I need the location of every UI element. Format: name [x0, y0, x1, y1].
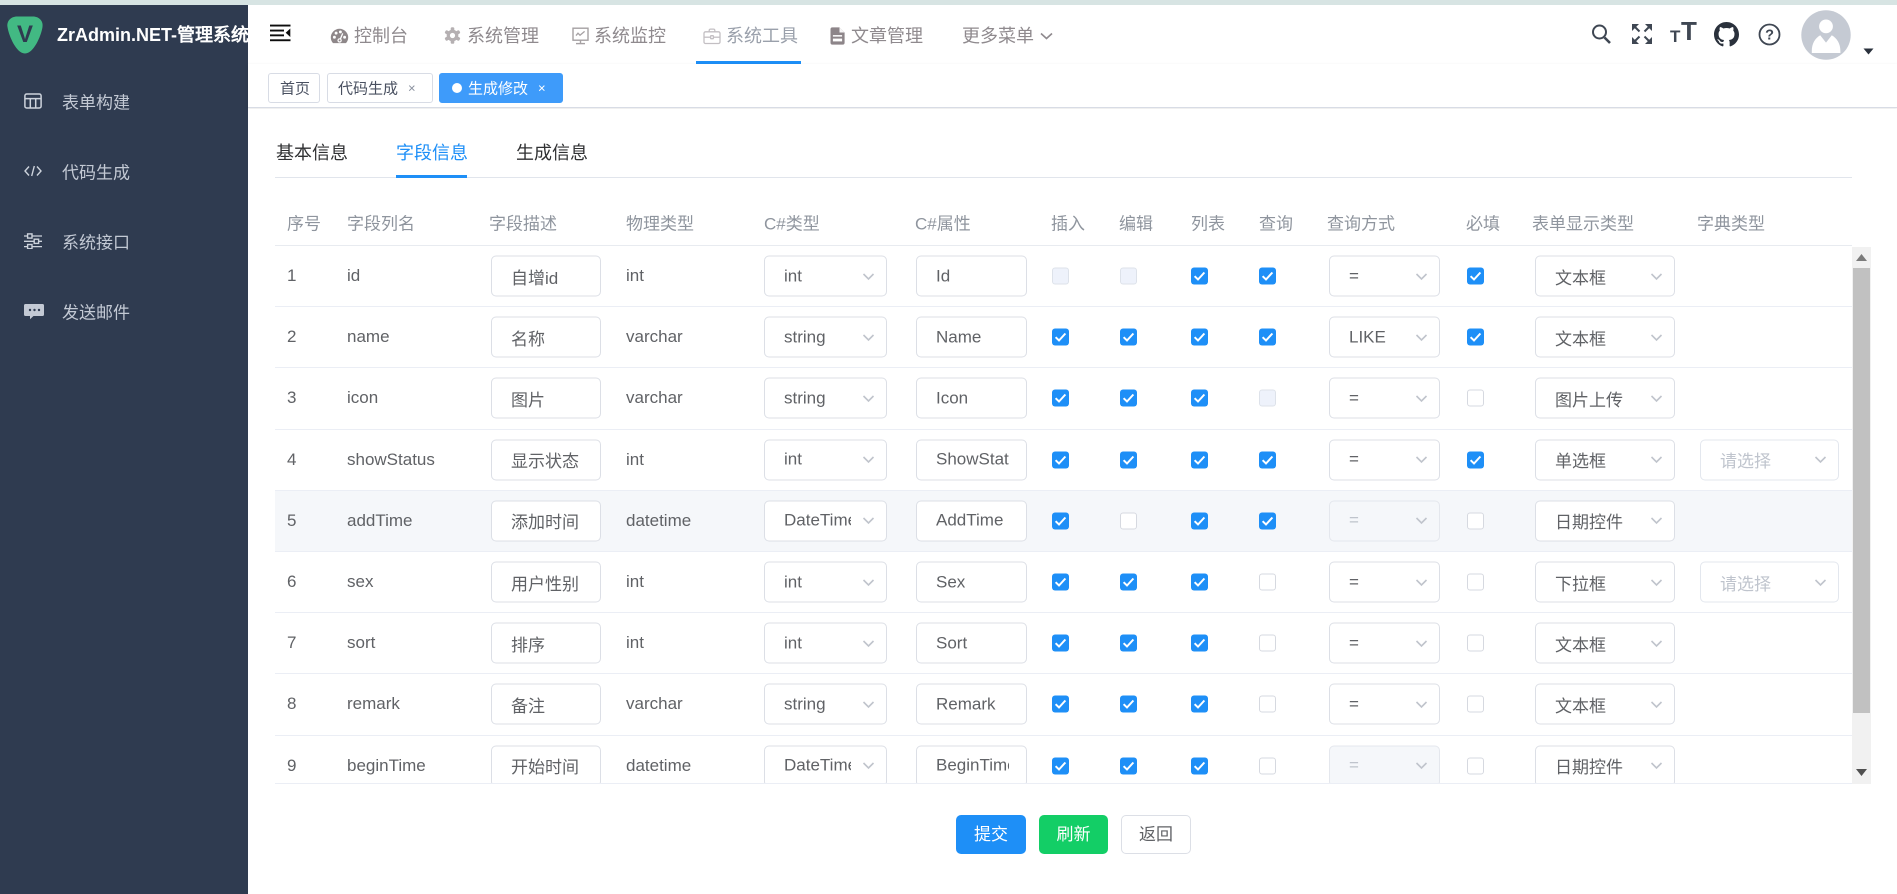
svg-text:V: V	[17, 21, 33, 48]
svg-text:?: ?	[1765, 28, 1774, 44]
